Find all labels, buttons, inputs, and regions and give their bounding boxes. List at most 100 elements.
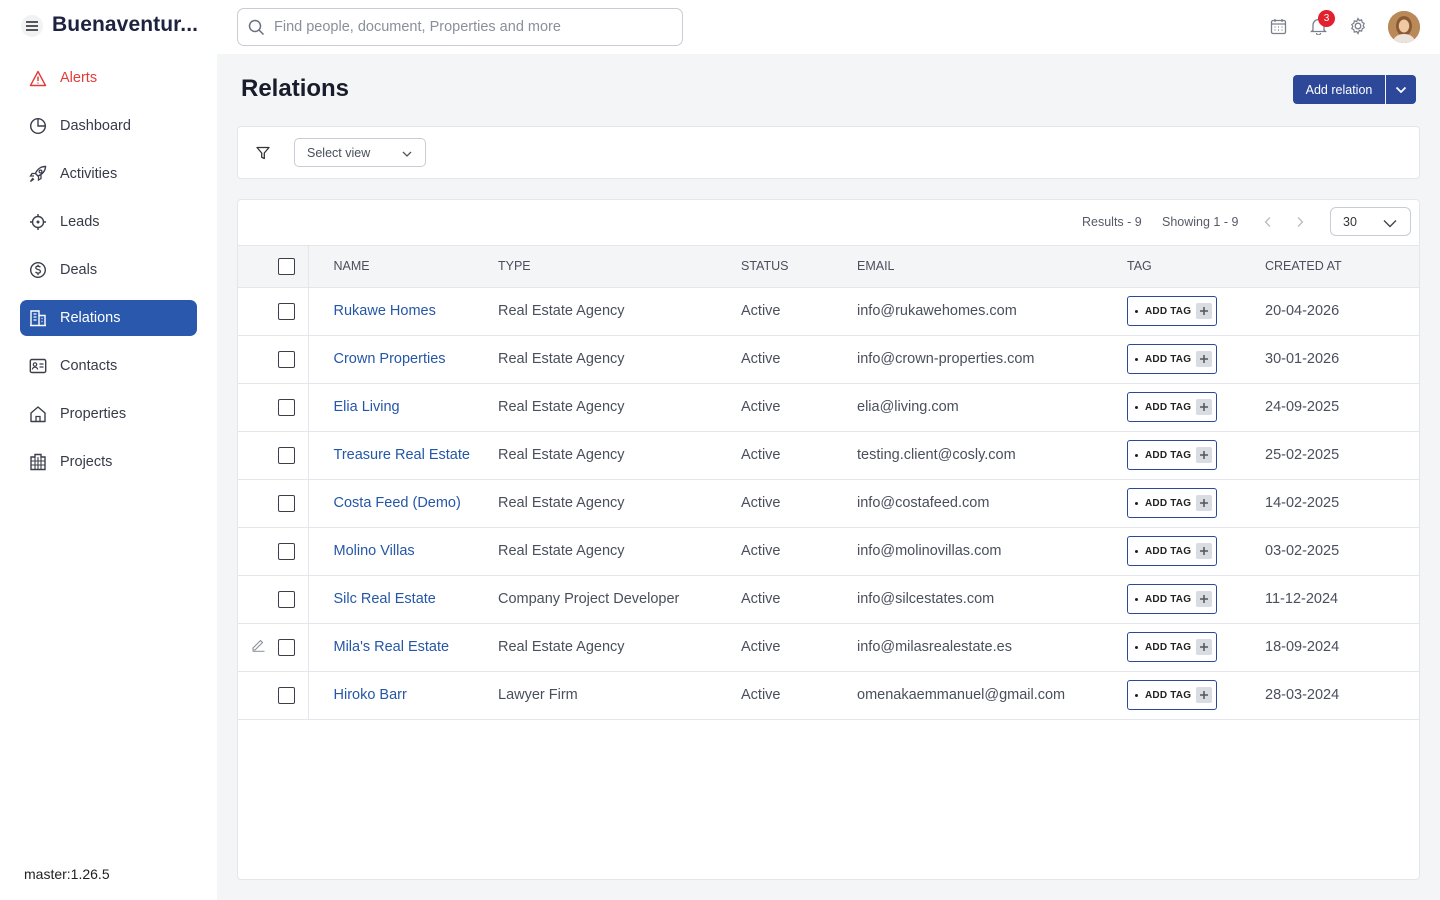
row-checkbox[interactable] [278, 303, 295, 320]
user-avatar[interactable] [1388, 11, 1420, 43]
chevron-down-icon [1383, 217, 1397, 231]
add-tag-button[interactable]: ADD TAG [1127, 584, 1217, 614]
sidebar-item-alerts[interactable]: Alerts [20, 60, 197, 96]
dot-icon [1135, 405, 1138, 409]
tag-cell: ADD TAG [1127, 575, 1265, 624]
table-row[interactable]: Crown Properties Real Estate Agency Active… [238, 335, 1419, 384]
alert-triangle-icon [29, 69, 47, 87]
search-input[interactable] [274, 19, 654, 35]
add-tag-button[interactable]: ADD TAG [1127, 344, 1217, 374]
pencil-icon[interactable] [251, 637, 267, 653]
row-checkbox[interactable] [278, 543, 295, 560]
dot-icon [1135, 549, 1138, 553]
filter-icon[interactable] [249, 139, 277, 167]
column-header-status[interactable]: STATUS [741, 246, 857, 288]
column-header-name[interactable]: NAME [308, 246, 498, 288]
select-all-cell [238, 246, 309, 288]
created-at-cell: 25-02-2025 [1265, 431, 1419, 480]
table-row[interactable]: Costa Feed (Demo) Real Estate Agency Activ… [238, 479, 1419, 528]
sidebar-item-relations[interactable]: Relations [20, 300, 197, 336]
add-tag-label: ADD TAG [1145, 449, 1192, 461]
sidebar-item-label: Dashboard [60, 118, 131, 134]
relation-name-link[interactable]: Rukawe Homes [334, 303, 436, 319]
table-row[interactable]: Silc Real Estate Company Project Develope… [238, 575, 1419, 624]
name-cell: Mila's Real Estate [308, 623, 498, 672]
sidebar-item-contacts[interactable]: Contacts [20, 348, 197, 384]
column-header-email[interactable]: EMAIL [857, 246, 1127, 288]
add-tag-button[interactable]: ADD TAG [1127, 488, 1217, 518]
table-row[interactable]: Molino Villas Real Estate Agency Active inf… [238, 527, 1419, 576]
add-tag-button[interactable]: ADD TAG [1127, 296, 1217, 326]
row-select-cell [238, 623, 309, 672]
relation-name-link[interactable]: Molino Villas [334, 543, 415, 559]
add-tag-button[interactable]: ADD TAG [1127, 680, 1217, 710]
created-at-cell: 18-09-2024 [1265, 623, 1419, 672]
status-cell: Active [741, 575, 857, 624]
row-checkbox[interactable] [278, 399, 295, 416]
table-row[interactable]: Elia Living Real Estate Agency Active elia@… [238, 383, 1419, 432]
select-all-checkbox[interactable] [278, 258, 295, 276]
table-row[interactable]: Mila's Real Estate Real Estate Agency Acti… [238, 623, 1419, 672]
relation-name-link[interactable]: Treasure Real Estate [334, 447, 470, 463]
filter-bar: Select view [237, 126, 1420, 179]
table-row[interactable]: Treasure Real Estate Real Estate Agency Ac… [238, 431, 1419, 480]
app-brand[interactable]: Buenaventur... [52, 13, 198, 37]
sidebar: Alerts Dashboard Activities Leads Deals … [0, 54, 217, 900]
row-checkbox[interactable] [278, 639, 295, 656]
contact-card-icon [29, 357, 47, 375]
calendar-icon[interactable] [1267, 15, 1289, 37]
relation-name-link[interactable]: Costa Feed (Demo) [334, 495, 461, 511]
chevron-left-icon[interactable] [1260, 213, 1276, 231]
menu-icon[interactable] [21, 15, 43, 37]
email-cell: info@milasrealestate.es [857, 623, 1127, 672]
email-cell: info@silcestates.com [857, 575, 1127, 624]
plus-icon [1196, 303, 1213, 319]
column-header-created-at[interactable]: CREATED AT [1265, 246, 1419, 288]
gear-icon[interactable] [1347, 15, 1369, 37]
add-tag-button[interactable]: ADD TAG [1127, 440, 1217, 470]
table-row[interactable]: Rukawe Homes Real Estate Agency Active info… [238, 287, 1419, 336]
column-header-tag[interactable]: TAG [1127, 246, 1265, 288]
relation-name-link[interactable]: Elia Living [334, 399, 400, 415]
type-cell: Real Estate Agency [498, 431, 741, 480]
tag-cell: ADD TAG [1127, 623, 1265, 672]
relation-name-link[interactable]: Crown Properties [334, 351, 446, 367]
row-checkbox[interactable] [278, 495, 295, 512]
add-tag-button[interactable]: ADD TAG [1127, 392, 1217, 422]
bell-icon[interactable]: 3 [1307, 10, 1335, 37]
table-row[interactable]: Hiroko Barr Lawyer Firm Active omenakaemman… [238, 671, 1419, 720]
row-checkbox[interactable] [278, 591, 295, 608]
select-view-dropdown[interactable]: Select view [294, 138, 426, 167]
add-tag-button[interactable]: ADD TAG [1127, 632, 1217, 662]
pagination-bar: Results - 9 Showing 1 - 9 30 [238, 200, 1419, 246]
relation-name-link[interactable]: Hiroko Barr [334, 687, 407, 703]
row-checkbox[interactable] [278, 447, 295, 464]
sidebar-item-dashboard[interactable]: Dashboard [20, 108, 197, 144]
column-header-type[interactable]: TYPE [498, 246, 741, 288]
sidebar-item-projects[interactable]: Projects [20, 444, 197, 480]
search-bar[interactable] [237, 8, 683, 46]
row-checkbox[interactable] [278, 687, 295, 704]
per-page-select[interactable]: 30 [1330, 207, 1411, 236]
showing-range: Showing 1 - 9 [1162, 215, 1239, 229]
dot-icon [1135, 597, 1138, 601]
add-relation-button[interactable]: Add relation [1293, 75, 1385, 104]
sidebar-item-leads[interactable]: Leads [20, 204, 197, 240]
add-relation-dropdown-button[interactable] [1386, 75, 1416, 104]
add-tag-label: ADD TAG [1145, 545, 1192, 557]
sidebar-item-properties[interactable]: Properties [20, 396, 197, 432]
add-tag-label: ADD TAG [1145, 689, 1192, 701]
row-select-cell [238, 383, 309, 432]
chevron-down-icon [1395, 81, 1407, 99]
name-cell: Hiroko Barr [308, 671, 498, 720]
tag-cell: ADD TAG [1127, 671, 1265, 720]
add-tag-label: ADD TAG [1145, 305, 1192, 317]
chevron-right-icon[interactable] [1292, 213, 1308, 231]
relation-name-link[interactable]: Mila's Real Estate [334, 639, 450, 655]
relation-name-link[interactable]: Silc Real Estate [334, 591, 436, 607]
sidebar-item-deals[interactable]: Deals [20, 252, 197, 288]
plus-icon [1196, 351, 1213, 367]
add-tag-button[interactable]: ADD TAG [1127, 536, 1217, 566]
row-checkbox[interactable] [278, 351, 295, 368]
sidebar-item-activities[interactable]: Activities [20, 156, 197, 192]
